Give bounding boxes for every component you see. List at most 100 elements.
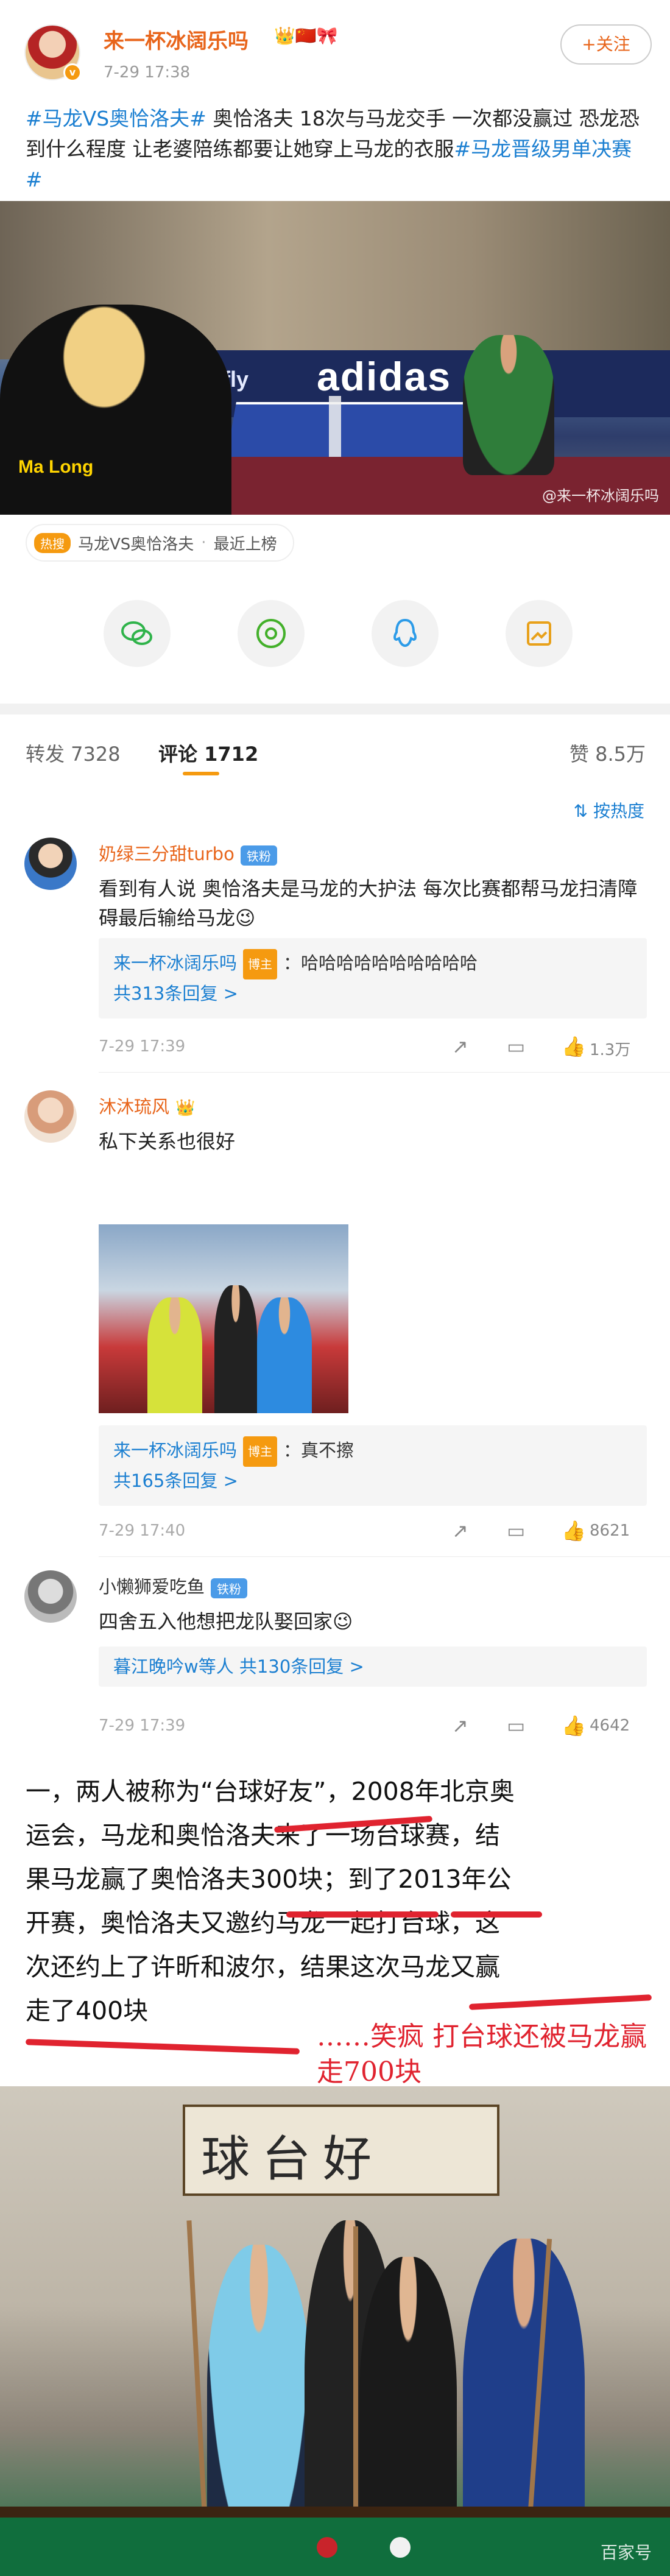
reply-author[interactable]: 来一杯冰阔乐吗 [113, 953, 237, 973]
article-line: 运会，马龙和奥恰洛夫来了一场台球赛，结 [26, 1821, 500, 1850]
photo-shirt-text: Ma Long [18, 457, 94, 477]
active-tab-indicator [183, 772, 219, 775]
section-divider [0, 704, 670, 715]
weibo-post-page: v 来一杯冰阔乐吗 👑🇨🇳🎀 7-29 17:38 +关注 #马龙VS奥恰洛夫#… [0, 0, 670, 2576]
photo-watermark: @来一杯冰阔乐吗 [542, 487, 659, 504]
crown-icon: 👑 [175, 1099, 196, 1117]
comment-divider [99, 1072, 670, 1073]
article-line: 果马龙赢了奥恰洛夫300块；到了2013年公 [26, 1865, 512, 1894]
article-line: 开赛，奥恰洛夫又邀约马龙一起打台球，这 [26, 1908, 500, 1938]
comment-icon[interactable]: ▭ [507, 1519, 525, 1542]
article-line: 次还约上了许昕和波尔，结果这次马龙又赢 [26, 1952, 500, 1981]
topic-label: 马龙VS奥恰洛夫 [78, 535, 194, 554]
commenter-name[interactable]: 沐沐琉风 👑 [99, 1093, 195, 1118]
tab-likes[interactable]: 赞 8.5万 [570, 739, 646, 767]
hashtag-malong-vs-ovtcharov[interactable]: #马龙VS奥恰洛夫# [26, 107, 206, 130]
share-icon[interactable]: ↗ [452, 1714, 468, 1737]
commenter-avatar[interactable] [24, 838, 77, 890]
red-underline [451, 1911, 542, 1918]
reply-box[interactable]: 来一杯冰阔乐吗 博主 ：真不擦 共165条回复 > [99, 1425, 647, 1506]
tab-reposts[interactable]: 转发 7328 [26, 739, 121, 767]
commenter-avatar[interactable] [24, 1570, 77, 1623]
commenter-name[interactable]: 小懒狮爱吃鱼 铁粉 [99, 1573, 248, 1598]
comment-time: 7-29 17:40 [99, 1522, 186, 1540]
red-underline [286, 1911, 439, 1918]
comment-photo[interactable] [99, 1224, 348, 1413]
red-underline [25, 2039, 300, 2055]
reply-box[interactable]: 来一杯冰阔乐吗 博主 ：哈哈哈哈哈哈哈哈哈哈 共313条回复 > [99, 938, 647, 1018]
sort-label: 按热度 [593, 801, 644, 821]
more-replies-link[interactable]: 共165条回复 > [113, 1467, 632, 1495]
reply-box[interactable]: 暮江晚吟w等人 共130条回复 > [99, 1646, 647, 1687]
moments-icon[interactable] [238, 600, 305, 667]
billiard-cue [353, 2226, 358, 2543]
wechat-icon[interactable] [104, 600, 171, 667]
comment-time: 7-29 17:39 [99, 1037, 186, 1056]
share-row [0, 600, 670, 673]
author-name[interactable]: 来一杯冰阔乐吗 [104, 24, 249, 54]
tab-comments[interactable]: 评论 1712 [158, 739, 258, 767]
interaction-tabs: 转发 7328 评论 1712 赞 8.5万 [0, 722, 670, 783]
verified-icon: v [63, 63, 82, 82]
photo-net [329, 396, 341, 457]
commenter-avatar[interactable] [24, 1090, 77, 1143]
fan-badge: 铁粉 [240, 845, 277, 866]
fan-badge: 铁粉 [211, 1578, 248, 1598]
commenter-name[interactable]: 奶绿三分甜turbo 铁粉 [99, 840, 277, 866]
reply-text: ：真不擦 [283, 1440, 354, 1461]
follow-button[interactable]: +关注 [560, 24, 652, 65]
comment-text: 四舍五入他想把龙队娶回家😉 [99, 1610, 353, 1633]
comment-icon[interactable]: ▭ [507, 1035, 525, 1058]
commenter-name-text: 奶绿三分甜turbo [99, 844, 234, 864]
author-badges: 👑🇨🇳🎀 [274, 26, 338, 46]
sort-row: ⇅ 按热度 [0, 792, 670, 828]
billiard-ball [317, 2537, 337, 2558]
qq-icon[interactable] [372, 600, 439, 667]
handwritten-annotation: ……笑疯 打台球还被马龙赢走700块 [317, 2021, 647, 2087]
reply-author[interactable]: 来一杯冰阔乐吗 [113, 1440, 237, 1461]
like-count: 1.3万 [590, 1041, 631, 1059]
photo-player-wife [0, 305, 231, 515]
share-icon[interactable]: ↗ [452, 1519, 468, 1542]
topic-separator: · [201, 534, 206, 552]
more-replies-link[interactable]: 共313条回复 > [113, 979, 632, 1007]
photo-player-ovtcharov [463, 335, 554, 475]
article-line: 一，两人被称为“台球好友”，2008年北京奥 [26, 1777, 515, 1806]
share-icon[interactable]: ↗ [452, 1035, 468, 1058]
like-icon[interactable]: 👍 [562, 1714, 586, 1737]
like-icon[interactable]: 👍 [562, 1035, 586, 1058]
comment-meta: 7-29 17:40 ↗ ▭ 👍 8621 [99, 1517, 647, 1547]
sort-by-hot-button[interactable]: ⇅ 按热度 [574, 798, 644, 822]
topic-chip[interactable]: 热搜 马龙VS奥恰洛夫 · 最近上榜 [26, 524, 294, 562]
article-text: 一，两人被称为“台球好友”，2008年北京奥 运会，马龙和奥恰洛夫来了一场台球赛… [26, 1770, 653, 2033]
comment-text: 私下关系也很好 [99, 1130, 236, 1153]
calligraphy-text: 球台好 [201, 2131, 384, 2187]
save-image-icon[interactable] [506, 600, 573, 667]
hot-icon: 热搜 [34, 532, 71, 553]
photo-person-right [257, 1297, 312, 1413]
comment-time: 7-29 17:39 [99, 1717, 186, 1735]
like-count: 4642 [590, 1717, 630, 1735]
billiards-photo[interactable]: 球台好 百家号 [0, 2086, 670, 2576]
commenter-name-text: 沐沐琉风 [99, 1096, 170, 1117]
host-tag: 博主 [243, 1436, 278, 1467]
post-photo[interactable]: Butterfly adidas Ma Long @来一杯冰阔乐吗 [0, 201, 670, 515]
like-icon[interactable]: 👍 [562, 1519, 586, 1542]
post-time: 7-29 17:38 [104, 63, 191, 82]
commenter-name-text: 小懒狮爱吃鱼 [99, 1576, 205, 1597]
post-header: v 来一杯冰阔乐吗 👑🇨🇳🎀 7-29 17:38 +关注 [0, 0, 670, 97]
billiard-ball [390, 2537, 411, 2558]
photo-board-text: adidas [317, 354, 452, 399]
comment-text: 看到有人说 奥恰洛夫是马龙的大护法 每次比赛都帮马龙扫清障碍最后输给马龙😉 [99, 877, 638, 930]
more-replies-link[interactable]: 共130条回复 > [234, 1656, 364, 1677]
topic-status: 最近上榜 [213, 535, 277, 554]
comment-icon[interactable]: ▭ [507, 1714, 525, 1737]
author-avatar[interactable]: v [24, 24, 82, 82]
reply-text: ：哈哈哈哈哈哈哈哈哈哈 [283, 953, 478, 973]
post-text: #马龙VS奥恰洛夫# 奥恰洛夫 18次与马龙交手 一次都没赢过 恐龙恐到什么程度… [26, 104, 647, 195]
sort-icon: ⇅ [573, 801, 593, 821]
reply-author[interactable]: 暮江晚吟w等人 [113, 1656, 234, 1677]
photo-person-left [147, 1297, 202, 1413]
billiard-cue [186, 2220, 208, 2537]
comment-meta: 7-29 17:39 ↗ ▭ 👍 1.3万 [99, 1032, 647, 1063]
